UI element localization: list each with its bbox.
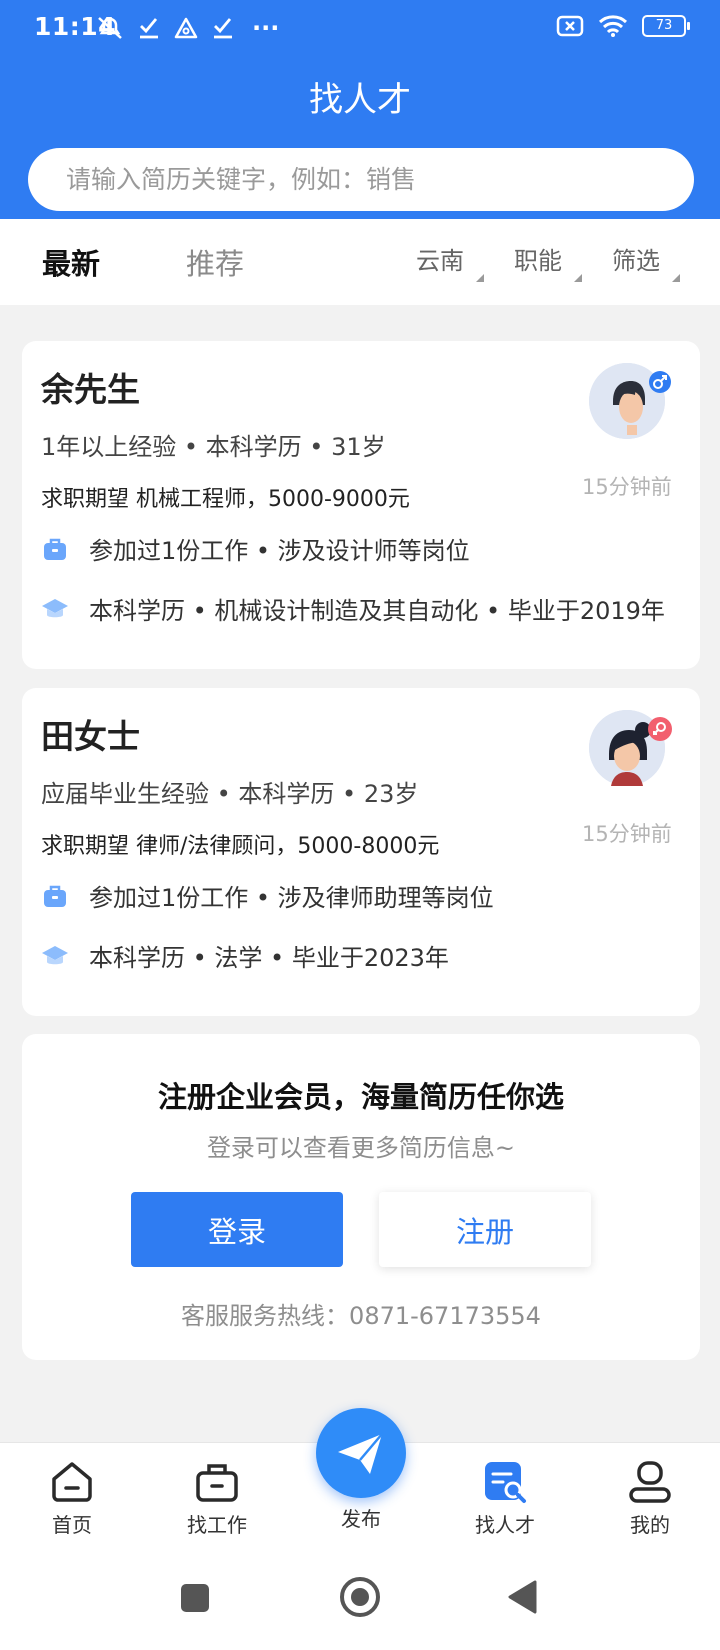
system-nav-bar [0,1558,720,1650]
home-system-button[interactable] [340,1577,380,1617]
tab-latest[interactable]: 最新 [42,241,100,283]
candidate-education-text: 本科学历 • 机械设计制造及其自动化 • 毕业于2019年 [89,597,665,625]
nav-find-job[interactable]: 找工作 [162,1459,272,1538]
sim-off-icon [556,15,584,37]
candidate-name: 田女士 [41,717,140,756]
back-button[interactable] [507,1580,537,1614]
check-icon [140,18,158,39]
candidate-education-text: 本科学历 • 法学 • 毕业于2023年 [89,944,449,972]
paper-plane-icon [338,1433,383,1474]
filter-bar: 最新 推荐 云南 职能 筛选 [0,219,720,305]
candidate-education: 本科学历 • 机械设计制造及其自动化 • 毕业于2019年 [41,591,699,626]
candidate-work: 参加过1份工作 • 涉及设计师等岗位 [41,531,470,566]
dropdown-triangle-icon [574,274,582,282]
update-time: 15分钟前 [582,822,672,846]
page-title: 找人才 [309,80,411,120]
candidate-name: 余先生 [41,370,140,409]
promo-subtitle: 登录可以查看更多简历信息~ [206,1134,516,1162]
nav-mine[interactable]: 我的 [595,1459,705,1538]
candidate-card[interactable]: 余先生 1年以上经验 • 本科学历 • 31岁 求职期望 机械工程师，5000-… [22,341,700,669]
nav-find-talent-label: 找人才 [475,1513,535,1537]
graduation-cap-icon [42,598,68,617]
wifi-icon [598,15,628,37]
search-input[interactable] [28,148,694,211]
male-badge-icon [649,371,671,393]
status-bar: 11:14 ··· 73 [0,0,720,54]
triangle-alert-icon [174,17,198,39]
nav-home[interactable]: 首页 [17,1459,127,1538]
candidate-expectation: 求职期望 机械工程师，5000-9000元 [41,487,410,512]
graduation-cap-icon [42,945,68,964]
nav-mine-label: 我的 [630,1513,670,1537]
register-button[interactable]: 注册 [379,1192,591,1267]
candidate-meta: 应届毕业生经验 • 本科学历 • 23岁 [41,780,419,808]
candidate-card[interactable]: 田女士 应届毕业生经验 • 本科学历 • 23岁 求职期望 律师/法律顾问，50… [22,688,700,1016]
avatar [589,710,672,786]
filter-region[interactable]: 云南 [416,241,484,282]
female-badge-icon [648,717,672,741]
user-icon [629,1461,671,1503]
publish-button[interactable] [316,1408,406,1498]
nav-publish[interactable]: 发布 [306,1499,416,1532]
briefcase-icon [44,885,66,907]
candidate-education: 本科学历 • 法学 • 毕业于2023年 [41,938,699,973]
filter-function[interactable]: 职能 [514,241,582,282]
dropdown-triangle-icon [476,274,484,282]
filter-screen[interactable]: 筛选 [612,241,680,282]
candidate-expectation: 求职期望 律师/法律顾问，5000-8000元 [41,834,440,859]
candidate-work-text: 参加过1份工作 • 涉及律师助理等岗位 [89,884,494,912]
candidate-work-text: 参加过1份工作 • 涉及设计师等岗位 [89,537,470,565]
briefcase-icon [44,538,66,560]
login-button[interactable]: 登录 [131,1192,343,1267]
tab-recommended[interactable]: 推荐 [186,241,244,283]
nav-publish-label: 发布 [341,1507,381,1531]
more-notifications-icon: ··· [252,14,280,42]
service-hotline: 客服服务热线：0871-67173554 [181,1302,541,1330]
briefcase-icon [196,1464,238,1502]
update-time: 15分钟前 [582,475,672,499]
nav-find-job-label: 找工作 [187,1513,247,1537]
header: 11:14 ··· 73 找人才 [0,0,720,219]
filter-function-label: 职能 [514,247,562,275]
search-box[interactable] [28,148,694,211]
avatar [589,363,671,439]
filter-region-label: 云南 [416,247,464,275]
membership-promo: 注册企业会员，海量简历任你选 登录可以查看更多简历信息~ 登录 注册 客服服务热… [22,1034,700,1360]
promo-title: 注册企业会员，海量简历任你选 [157,1080,564,1114]
recent-apps-button[interactable] [181,1584,209,1612]
filter-screen-label: 筛选 [612,247,660,275]
dropdown-triangle-icon [672,274,680,282]
nav-find-talent[interactable]: 找人才 [450,1459,560,1538]
candidate-work: 参加过1份工作 • 涉及律师助理等岗位 [41,878,494,913]
status-icons-right: 73 [556,14,690,38]
status-icons-left: ··· [96,14,279,42]
resume-search-icon [485,1462,526,1503]
mute-icon [98,17,122,39]
nav-home-label: 首页 [52,1513,92,1537]
home-icon [52,1462,92,1502]
candidate-meta: 1年以上经验 • 本科学历 • 31岁 [41,433,386,461]
battery-icon: 73 [642,15,690,37]
check-icon [214,18,232,39]
